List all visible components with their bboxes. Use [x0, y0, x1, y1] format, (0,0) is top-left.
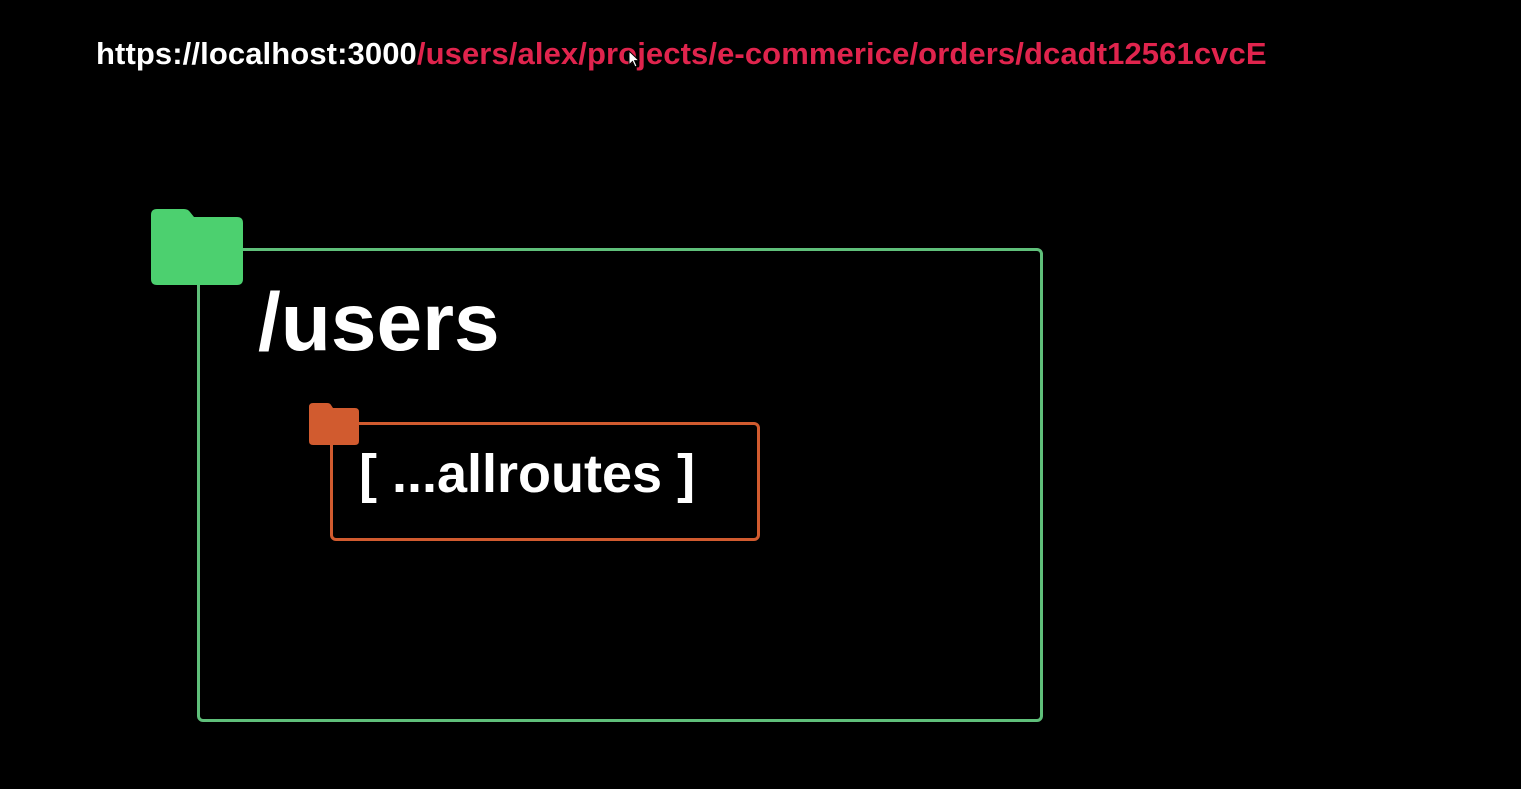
allroutes-folder-label: [ ...allroutes ] — [359, 444, 696, 504]
mouse-pointer-icon — [628, 50, 640, 68]
folder-icon — [309, 403, 359, 445]
url-path: /users/alex/projects/e-commerice/orders/… — [416, 36, 1267, 71]
url-bar: https://localhost:3000/users/alex/projec… — [96, 36, 1267, 72]
folder-icon — [151, 209, 243, 285]
users-folder-label: /users — [258, 277, 500, 368]
url-base: https://localhost:3000 — [96, 36, 417, 71]
